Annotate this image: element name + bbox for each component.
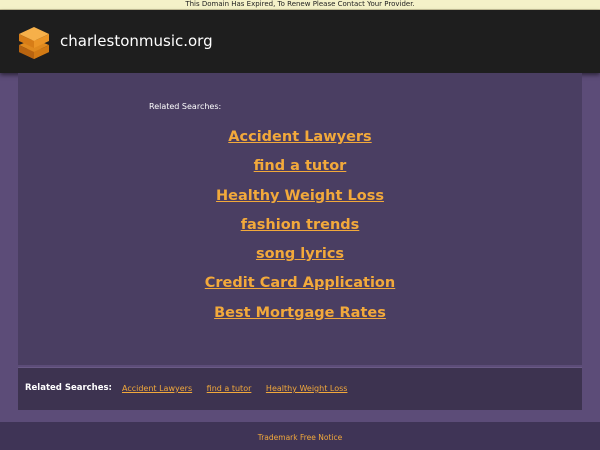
bottom-link-accident-lawyers[interactable]: Accident Lawyers xyxy=(122,384,192,393)
related-link-credit-card-application[interactable]: Credit Card Application xyxy=(18,269,582,298)
bottom-links: Accident Lawyers find a tutor Healthy We… xyxy=(122,384,359,393)
domain-expired-notice: This Domain Has Expired, To Renew Please… xyxy=(0,0,600,10)
trademark-notice-link[interactable]: Trademark Free Notice xyxy=(0,433,600,442)
related-link-best-mortgage-rates[interactable]: Best Mortgage Rates xyxy=(18,299,582,328)
stacked-layers-icon xyxy=(19,27,49,59)
footer: Trademark Free Notice xyxy=(0,422,600,450)
related-searches-label: Related Searches: xyxy=(149,102,222,111)
site-header: charlestonmusic.org xyxy=(0,10,600,73)
bottom-link-healthy-weight-loss[interactable]: Healthy Weight Loss xyxy=(266,384,348,393)
related-searches-panel: Related Searches: Accident Lawyers find … xyxy=(18,73,582,365)
bottom-related-searches: Related Searches: Accident Lawyers find … xyxy=(18,367,582,410)
bottom-related-label: Related Searches: xyxy=(25,383,112,393)
related-link-find-a-tutor[interactable]: find a tutor xyxy=(18,152,582,181)
related-links-list: Accident Lawyers find a tutor Healthy We… xyxy=(18,123,582,328)
bottom-link-find-a-tutor[interactable]: find a tutor xyxy=(207,384,252,393)
domain-name[interactable]: charlestonmusic.org xyxy=(60,31,213,51)
related-link-fashion-trends[interactable]: fashion trends xyxy=(18,211,582,240)
related-link-accident-lawyers[interactable]: Accident Lawyers xyxy=(18,123,582,152)
related-link-song-lyrics[interactable]: song lyrics xyxy=(18,240,582,269)
related-link-healthy-weight-loss[interactable]: Healthy Weight Loss xyxy=(18,182,582,211)
